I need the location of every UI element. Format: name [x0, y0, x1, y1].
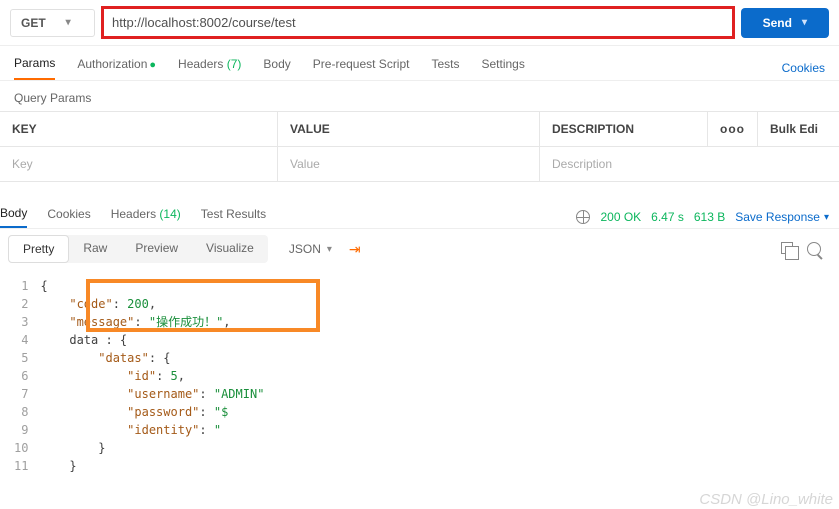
description-input[interactable]: Description	[540, 147, 839, 181]
status-dot-icon: ●	[149, 59, 156, 71]
view-tab-raw[interactable]: Raw	[69, 235, 121, 263]
status-size: 613 B	[694, 210, 725, 224]
tab-prerequest[interactable]: Pre-request Script	[313, 57, 410, 79]
tab-body[interactable]: Body	[263, 57, 290, 79]
send-button-label: Send	[763, 16, 792, 30]
watermark: CSDN @Lino_white	[699, 491, 833, 508]
url-input[interactable]	[101, 6, 735, 39]
format-select[interactable]: JSON ▾	[278, 236, 343, 262]
chevron-down-icon: ▾	[327, 244, 332, 255]
response-body: 1234567891011 { "code": 200, "message": …	[0, 269, 839, 475]
col-key: KEY	[0, 112, 278, 146]
request-tabs: Params Authorization● Headers (7) Body P…	[0, 46, 839, 81]
key-input[interactable]: Key	[0, 147, 278, 181]
search-icon[interactable]	[807, 242, 821, 256]
save-response-button[interactable]: Save Response▾	[735, 210, 829, 224]
cookies-link[interactable]: Cookies	[782, 61, 825, 75]
request-bar: GET ▾ Send ▾	[0, 0, 839, 46]
http-method-label: GET	[21, 16, 46, 30]
tab-headers[interactable]: Headers (7)	[178, 57, 241, 79]
more-options-button[interactable]: ooo	[708, 112, 758, 146]
resp-tab-cookies[interactable]: Cookies	[47, 207, 90, 227]
response-tabs: Body Cookies Headers (14) Test Results 2…	[0, 200, 839, 229]
chevron-down-icon: ▾	[802, 17, 807, 28]
bulk-edit-button[interactable]: Bulk Edi	[758, 112, 839, 146]
resp-tab-body[interactable]: Body	[0, 206, 27, 228]
tab-authorization[interactable]: Authorization●	[77, 57, 156, 79]
query-params-title: Query Params	[0, 81, 839, 111]
table-header-row: KEY VALUE DESCRIPTION ooo Bulk Edi	[0, 111, 839, 146]
status-time: 6.47 s	[651, 210, 684, 224]
tab-params[interactable]: Params	[14, 56, 55, 80]
tab-settings[interactable]: Settings	[482, 57, 525, 79]
response-status-bar: 200 OK 6.47 s 613 B Save Response▾	[576, 210, 829, 224]
chevron-down-icon: ▾	[66, 17, 71, 28]
view-tab-pretty[interactable]: Pretty	[8, 235, 69, 263]
copy-icon[interactable]	[781, 242, 793, 254]
response-view-row: Pretty Raw Preview Visualize JSON ▾ ⇥	[0, 229, 839, 269]
view-tab-preview[interactable]: Preview	[121, 235, 192, 263]
wrap-lines-icon[interactable]: ⇥	[349, 241, 361, 258]
network-icon[interactable]	[576, 210, 590, 224]
col-value: VALUE	[278, 112, 540, 146]
resp-tab-headers[interactable]: Headers (14)	[111, 207, 181, 227]
view-tab-visualize[interactable]: Visualize	[192, 235, 268, 263]
chevron-down-icon: ▾	[824, 212, 829, 223]
code-content[interactable]: { "code": 200, "message": "操作成功！", data …	[40, 277, 264, 475]
tab-tests[interactable]: Tests	[431, 57, 459, 79]
view-tabs: Pretty Raw Preview Visualize	[8, 235, 268, 263]
send-button[interactable]: Send ▾	[741, 8, 829, 38]
query-params-table: KEY VALUE DESCRIPTION ooo Bulk Edi Key V…	[0, 111, 839, 182]
col-description: DESCRIPTION	[540, 112, 708, 146]
resp-tab-test-results[interactable]: Test Results	[201, 207, 266, 227]
line-numbers: 1234567891011	[14, 277, 40, 475]
status-code: 200 OK	[600, 210, 641, 224]
table-row[interactable]: Key Value Description	[0, 146, 839, 182]
value-input[interactable]: Value	[278, 147, 540, 181]
http-method-select[interactable]: GET ▾	[10, 9, 95, 37]
